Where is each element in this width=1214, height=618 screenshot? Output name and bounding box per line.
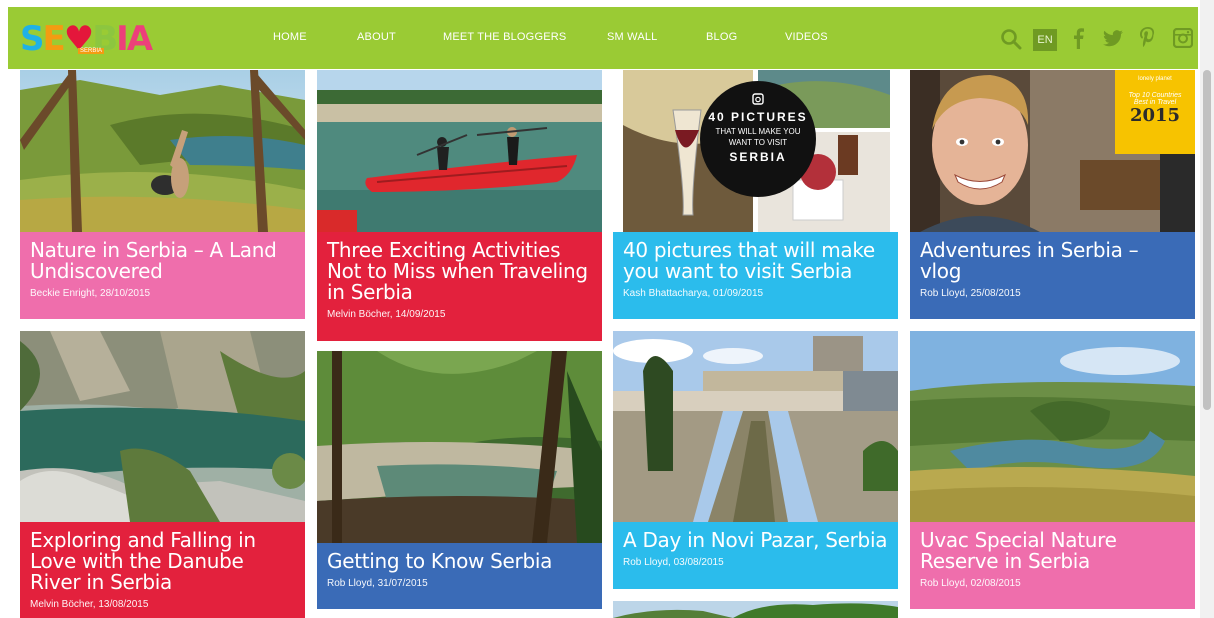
post-card[interactable]: Uvac Special Nature Reserve in Serbia Ro… [910,331,1195,609]
post-caption: Three Exciting Activities Not to Miss wh… [317,232,602,341]
post-meta: Rob Lloyd, 02/08/2015 [920,578,1021,589]
post-image [317,70,602,232]
badge-line-2: THAT WILL MAKE YOU [715,127,801,136]
twitter-icon[interactable] [1103,30,1123,47]
lonely-planet-badge: lonely planet Top 10 Countries Best in T… [1115,70,1195,154]
nav-sm-wall[interactable]: SM WALL [607,31,658,43]
post-title[interactable]: Three Exciting Activities Not to Miss wh… [327,240,592,303]
pictures-badge: 40 PICTURES THAT WILL MAKE YOU WANT TO V… [700,81,816,197]
post-image [613,331,898,522]
language-switch[interactable]: EN [1033,29,1057,51]
post-caption: A Day in Novi Pazar, Serbia Rob Lloyd, 0… [613,522,898,589]
post-caption: 40 pictures that will make you want to v… [613,232,898,319]
post-image [317,351,602,543]
nav-blog[interactable]: BLOG [706,31,737,43]
post-caption: Nature in Serbia – A Land Undiscovered B… [20,232,305,319]
facebook-icon[interactable] [1071,27,1085,49]
post-image [613,601,898,618]
badge-line-1: 40 PICTURES [708,110,808,124]
nav-videos[interactable]: VIDEOS [785,31,828,43]
post-card[interactable]: Nature in Serbia – A Land Undiscovered B… [20,70,305,319]
badge-line-3: WANT TO VISIT [728,138,788,147]
camera-icon [700,93,816,105]
post-caption: Adventures in Serbia – vlog Rob Lloyd, 2… [910,232,1195,319]
post-title[interactable]: Uvac Special Nature Reserve in Serbia [920,530,1185,572]
post-meta: Beckie Enright, 28/10/2015 [30,288,151,299]
instagram-icon[interactable] [1173,28,1193,48]
badge-year: 2015 [1129,105,1181,126]
post-meta: Melvin Böcher, 14/09/2015 [327,309,446,320]
nav-home[interactable]: HOME [273,31,307,43]
post-image [20,70,305,232]
post-image [20,331,305,522]
post-title[interactable]: Exploring and Falling in Love with the D… [30,530,295,593]
badge-line-4: SERBIA [729,150,787,164]
nav-about[interactable]: ABOUT [357,31,396,43]
badge-brand: lonely planet [1138,76,1172,82]
post-caption: Getting to Know Serbia Rob Lloyd, 31/07/… [317,543,602,609]
post-meta: Rob Lloyd, 03/08/2015 [623,557,724,568]
post-caption: Exploring and Falling in Love with the D… [20,522,305,618]
post-title[interactable]: A Day in Novi Pazar, Serbia [623,530,888,551]
post-meta: Melvin Böcher, 13/08/2015 [30,599,149,610]
pinterest-icon[interactable] [1140,27,1156,49]
post-title[interactable]: 40 pictures that will make you want to v… [623,240,888,282]
post-card[interactable]: Three Exciting Activities Not to Miss wh… [317,70,602,341]
post-card[interactable]: Getting to Know Serbia Rob Lloyd, 31/07/… [317,351,602,609]
post-meta: Rob Lloyd, 25/08/2015 [920,288,1021,299]
page-scrollbar[interactable] [1200,0,1214,618]
search-icon[interactable] [1000,28,1022,50]
post-title[interactable]: Nature in Serbia – A Land Undiscovered [30,240,295,282]
nav-meet-the-bloggers[interactable]: MEET THE BLOGGERS [443,31,566,43]
post-card[interactable]: Exploring and Falling in Love with the D… [20,331,305,618]
post-image [910,331,1195,522]
post-meta: Kash Bhattacharya, 01/09/2015 [623,288,764,299]
post-card[interactable]: lonely planet Top 10 Countries Best in T… [910,70,1195,319]
post-card[interactable] [613,601,898,618]
post-title[interactable]: Adventures in Serbia – vlog [920,240,1185,282]
post-card[interactable]: 40 PICTURES THAT WILL MAKE YOU WANT TO V… [613,70,898,319]
post-title[interactable]: Getting to Know Serbia [327,551,592,572]
badge-line-1: Top 10 Countries [1128,92,1182,99]
scrollbar-thumb[interactable] [1203,70,1211,410]
post-meta: Rob Lloyd, 31/07/2015 [327,578,428,589]
post-caption: Uvac Special Nature Reserve in Serbia Ro… [910,522,1195,609]
post-card[interactable]: A Day in Novi Pazar, Serbia Rob Lloyd, 0… [613,331,898,589]
